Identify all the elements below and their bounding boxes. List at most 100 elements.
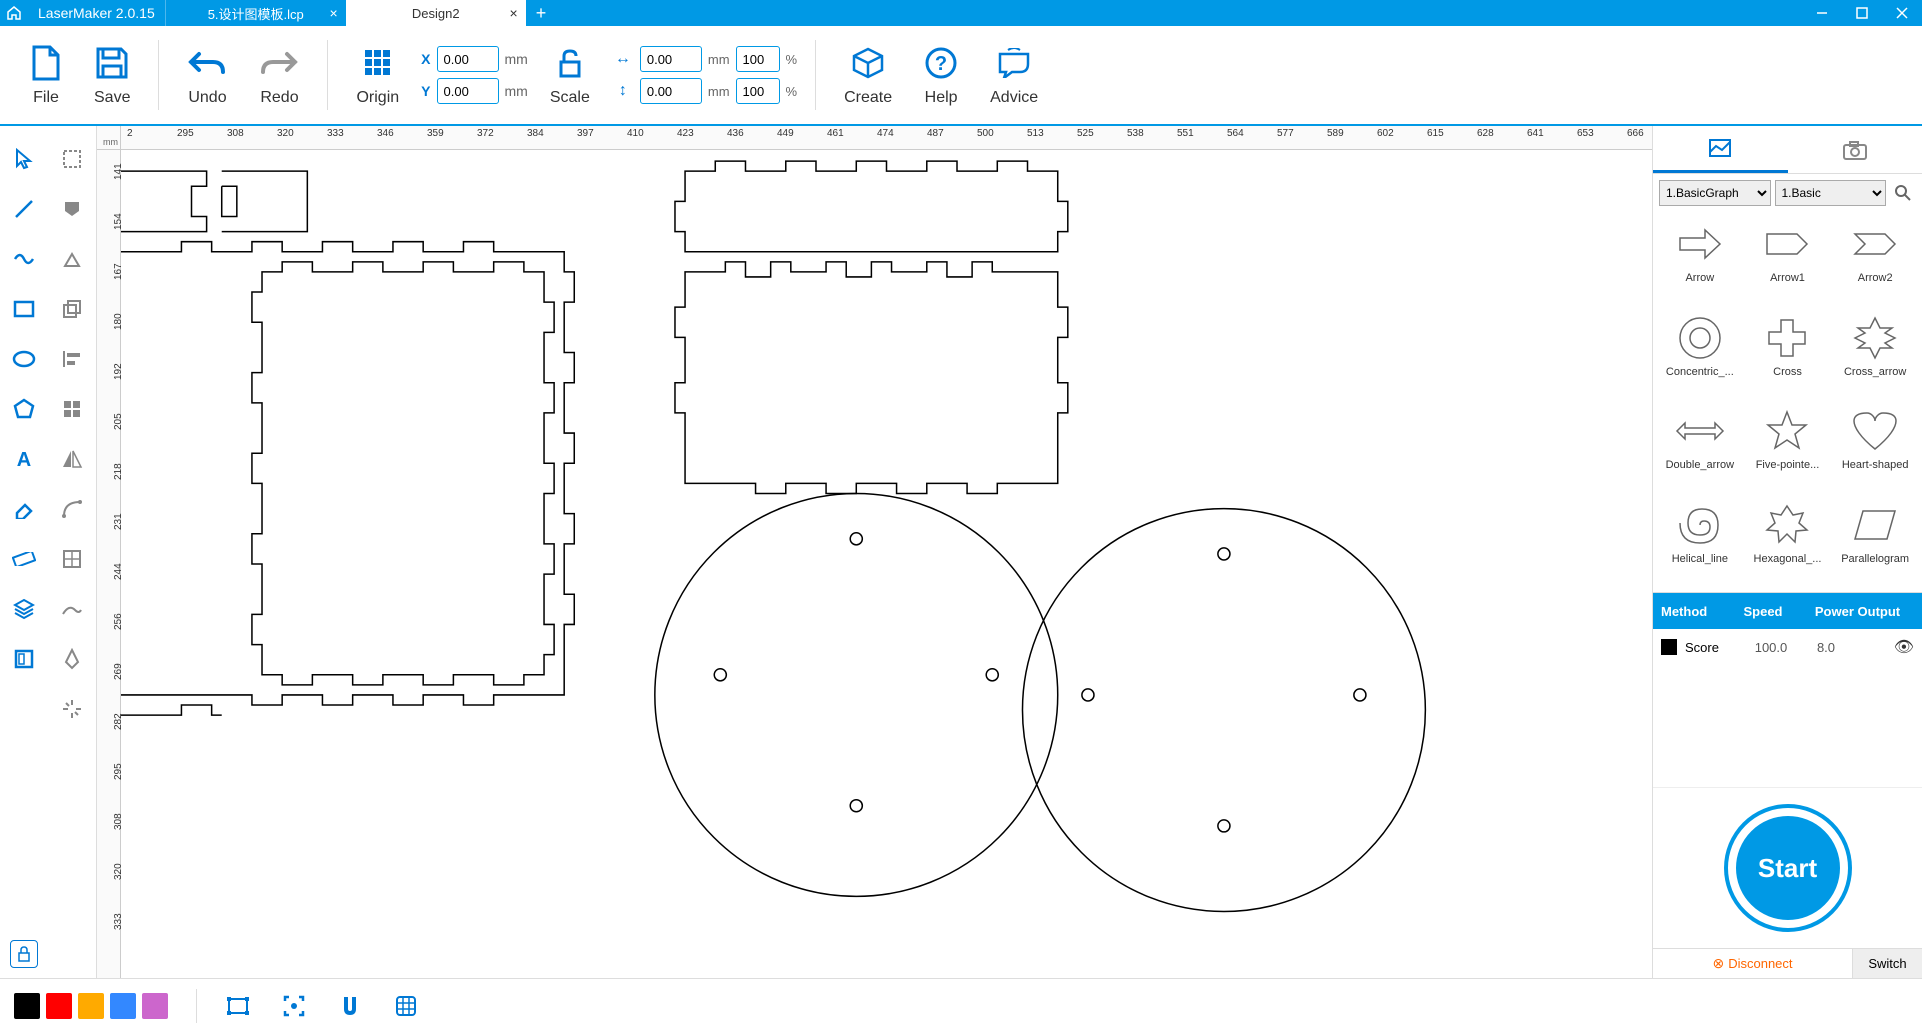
visibility-icon[interactable]: 👁 [1851,637,1914,657]
measure-tool[interactable] [0,534,48,584]
advice-button[interactable]: Advice [980,39,1048,111]
shape-icon [1843,501,1907,549]
rectangle-tool[interactable] [0,284,48,334]
start-button[interactable]: Start [1728,808,1848,928]
y-input[interactable] [437,78,499,104]
path-tool[interactable] [48,234,96,284]
header-power: Power Output [1793,604,1922,619]
align-tool[interactable] [48,334,96,384]
grid-tool[interactable] [48,384,96,434]
shape-fill-tool[interactable] [48,184,96,234]
duplicate-tool[interactable] [48,284,96,334]
app-name: LaserMaker 2.0.15 [28,0,166,26]
bounds-icon[interactable] [225,993,251,1019]
color-swatch[interactable] [110,993,136,1019]
lock-open-icon [555,43,585,83]
shape-cross[interactable]: Cross [1745,310,1831,402]
shape-double-arrow[interactable]: Double_arrow [1657,403,1743,495]
close-icon[interactable]: × [510,5,518,21]
lock-button[interactable] [10,940,38,968]
redo-icon [259,43,299,83]
canvas-area[interactable]: mm 2295308320333346359372384397410423436… [96,126,1652,978]
shape-parallelogram[interactable]: Parallelogram [1832,497,1918,589]
color-swatch[interactable] [14,993,40,1019]
width-pct-input[interactable] [736,46,780,72]
shape-helical-line[interactable]: Helical_line [1657,497,1743,589]
method-name: Score [1685,640,1741,655]
shape-five-pointe---[interactable]: Five-pointe... [1745,403,1831,495]
layers-tool[interactable] [0,584,48,634]
marquee-tool[interactable] [48,134,96,184]
color-swatch[interactable] [78,993,104,1019]
ruler-horizontal: 2295308320333346359372384397410423436449… [121,126,1652,150]
close-button[interactable] [1882,0,1922,26]
outline-tool[interactable] [48,584,96,634]
shapes-tab[interactable] [1653,126,1788,173]
color-swatch[interactable] [46,993,72,1019]
height-icon: ↕ [612,82,634,100]
curve-tool[interactable] [0,234,48,284]
line-tool[interactable] [0,184,48,234]
search-icon[interactable] [1890,180,1916,206]
shape-label: Concentric_... [1661,366,1739,378]
category-select-2[interactable]: 1.Basic [1775,180,1887,206]
focus-icon[interactable] [281,993,307,1019]
tab-file-2[interactable]: Design2 × [346,0,526,26]
shape-concentric----[interactable]: Concentric_... [1657,310,1743,402]
camera-tab[interactable] [1788,126,1922,173]
shape-arrow[interactable]: Arrow [1657,216,1743,308]
height-input[interactable] [640,78,702,104]
create-button[interactable]: Create [834,39,902,111]
connection-status: ⊗Disconnect [1653,955,1852,972]
tab-file-1[interactable]: 5.设计图模板.lcp × [166,0,346,26]
eraser-tool[interactable] [0,484,48,534]
shape-label: Parallelogram [1836,553,1914,565]
save-button[interactable]: Save [84,39,140,111]
bezier-tool[interactable] [48,484,96,534]
mirror-tool[interactable] [48,434,96,484]
shape-arrow1[interactable]: Arrow1 [1745,216,1831,308]
home-icon[interactable] [0,5,28,21]
ellipse-tool[interactable] [0,334,48,384]
array-tool[interactable] [48,534,96,584]
height-pct-input[interactable] [736,78,780,104]
add-tab-button[interactable]: + [526,3,557,24]
spark-tool[interactable] [48,684,96,734]
save-icon [95,43,129,83]
polygon-tool[interactable] [0,384,48,434]
help-button[interactable]: ? Help [914,39,968,111]
select-tool[interactable] [0,134,48,184]
shape-heart-shaped[interactable]: Heart-shaped [1832,403,1918,495]
shape-icon [1668,407,1732,455]
x-input[interactable] [437,46,499,72]
width-input[interactable] [640,46,702,72]
color-swatch[interactable] [142,993,168,1019]
method-row[interactable]: Score 100.0 8.0 👁 [1653,629,1922,665]
file-button[interactable]: File [20,39,72,111]
canvas-viewport[interactable] [121,150,1652,978]
category-select-1[interactable]: 1.BasicGraph [1659,180,1771,206]
origin-icon [363,43,393,83]
magnet-icon[interactable] [337,993,363,1019]
x-label: X [421,51,430,67]
redo-button[interactable]: Redo [249,39,309,111]
switch-button[interactable]: Switch [1852,949,1922,978]
scale-button[interactable]: Scale [540,39,600,111]
origin-button[interactable]: Origin [346,39,409,111]
artboard-tool[interactable] [0,634,48,684]
shape-hexagonal----[interactable]: Hexagonal_... [1745,497,1831,589]
maximize-button[interactable] [1842,0,1882,26]
minimize-button[interactable] [1802,0,1842,26]
grid-icon[interactable] [393,993,419,1019]
shape-icon [1755,407,1819,455]
undo-button[interactable]: Undo [177,39,237,111]
bottom-bar [0,978,1922,1032]
main-toolbar: File Save Undo Redo Origin X mm Y mm Sca… [0,26,1922,126]
close-icon[interactable]: × [330,5,338,21]
text-tool[interactable]: A [0,434,48,484]
help-icon: ? [924,43,958,83]
shape-arrow2[interactable]: Arrow2 [1832,216,1918,308]
pen-tool[interactable] [48,634,96,684]
shape-label: Five-pointe... [1749,459,1827,471]
shape-cross-arrow[interactable]: Cross_arrow [1832,310,1918,402]
